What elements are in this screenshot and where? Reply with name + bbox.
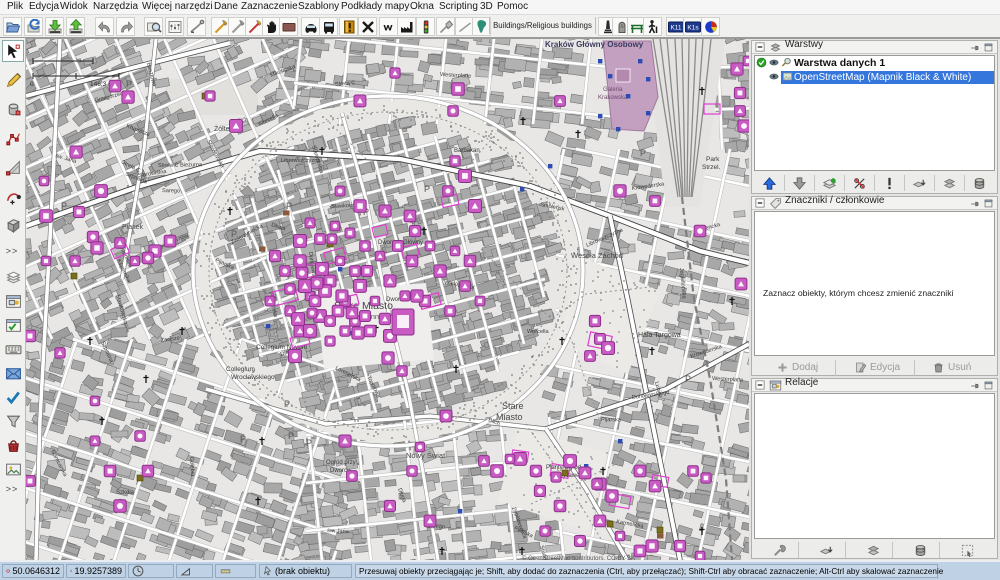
svg-text:Piasek: Piasek [122, 224, 144, 231]
svg-text:P: P [126, 79, 132, 89]
svg-text:P: P [231, 229, 237, 239]
svg-text:Kraków Główny Osobowy: Kraków Główny Osobowy [545, 40, 644, 49]
svg-text:Ogród przy: Ogród przy [326, 460, 356, 466]
svg-text:św. Jana: św. Jana [327, 528, 350, 535]
svg-text:P: P [240, 434, 246, 444]
svg-text:Żółte: Żółte [214, 124, 230, 133]
svg-text:© OpenStreetMap contributors,: © OpenStreetMap contributors, CC-BY-SA [522, 555, 635, 560]
svg-text:Librowszczyzna: Librowszczyzna [281, 158, 321, 164]
svg-text:P: P [286, 201, 292, 211]
svg-text:Wesoła Zachód: Wesoła Zachód [571, 251, 623, 260]
svg-text:Galeria: Galeria [603, 87, 623, 93]
svg-text:Barbakan: Barbakan [454, 148, 480, 154]
svg-text:P: P [61, 201, 67, 211]
svg-text:P: P [306, 438, 312, 448]
svg-text:P: P [288, 431, 294, 441]
svg-text:Szkoła: Szkoła [116, 490, 135, 496]
svg-text:Nowy Świat: Nowy Świat [406, 451, 446, 460]
svg-text:K1s: K1s [687, 24, 699, 31]
svg-text:Sarego: Sarego [162, 188, 180, 195]
svg-text:Wrocławskiego: Wrocławskiego [231, 374, 275, 381]
svg-text:P: P [685, 374, 691, 384]
svg-text:Park: Park [706, 156, 720, 163]
svg-text:P: P [640, 148, 646, 158]
svg-text:Strefa C Bieżurna: Strefa C Bieżurna [158, 162, 203, 169]
svg-text:K11: K11 [670, 24, 681, 31]
svg-text:Strzel.: Strzel. [702, 164, 721, 171]
svg-text:Worcella: Worcella [527, 329, 550, 335]
svg-text:Krakowska: Krakowska [598, 95, 628, 101]
svg-text:Stare: Stare [502, 401, 524, 411]
svg-text:Hala Targowa: Hala Targowa [638, 332, 681, 339]
svg-text:Collegium: Collegium [226, 366, 255, 373]
svg-text:P: P [284, 399, 290, 409]
svg-text:0: 0 [30, 81, 34, 88]
svg-text:P: P [424, 184, 430, 194]
svg-text:Miasto: Miasto [496, 412, 523, 422]
svg-text:Pijarska: Pijarska [601, 417, 622, 423]
